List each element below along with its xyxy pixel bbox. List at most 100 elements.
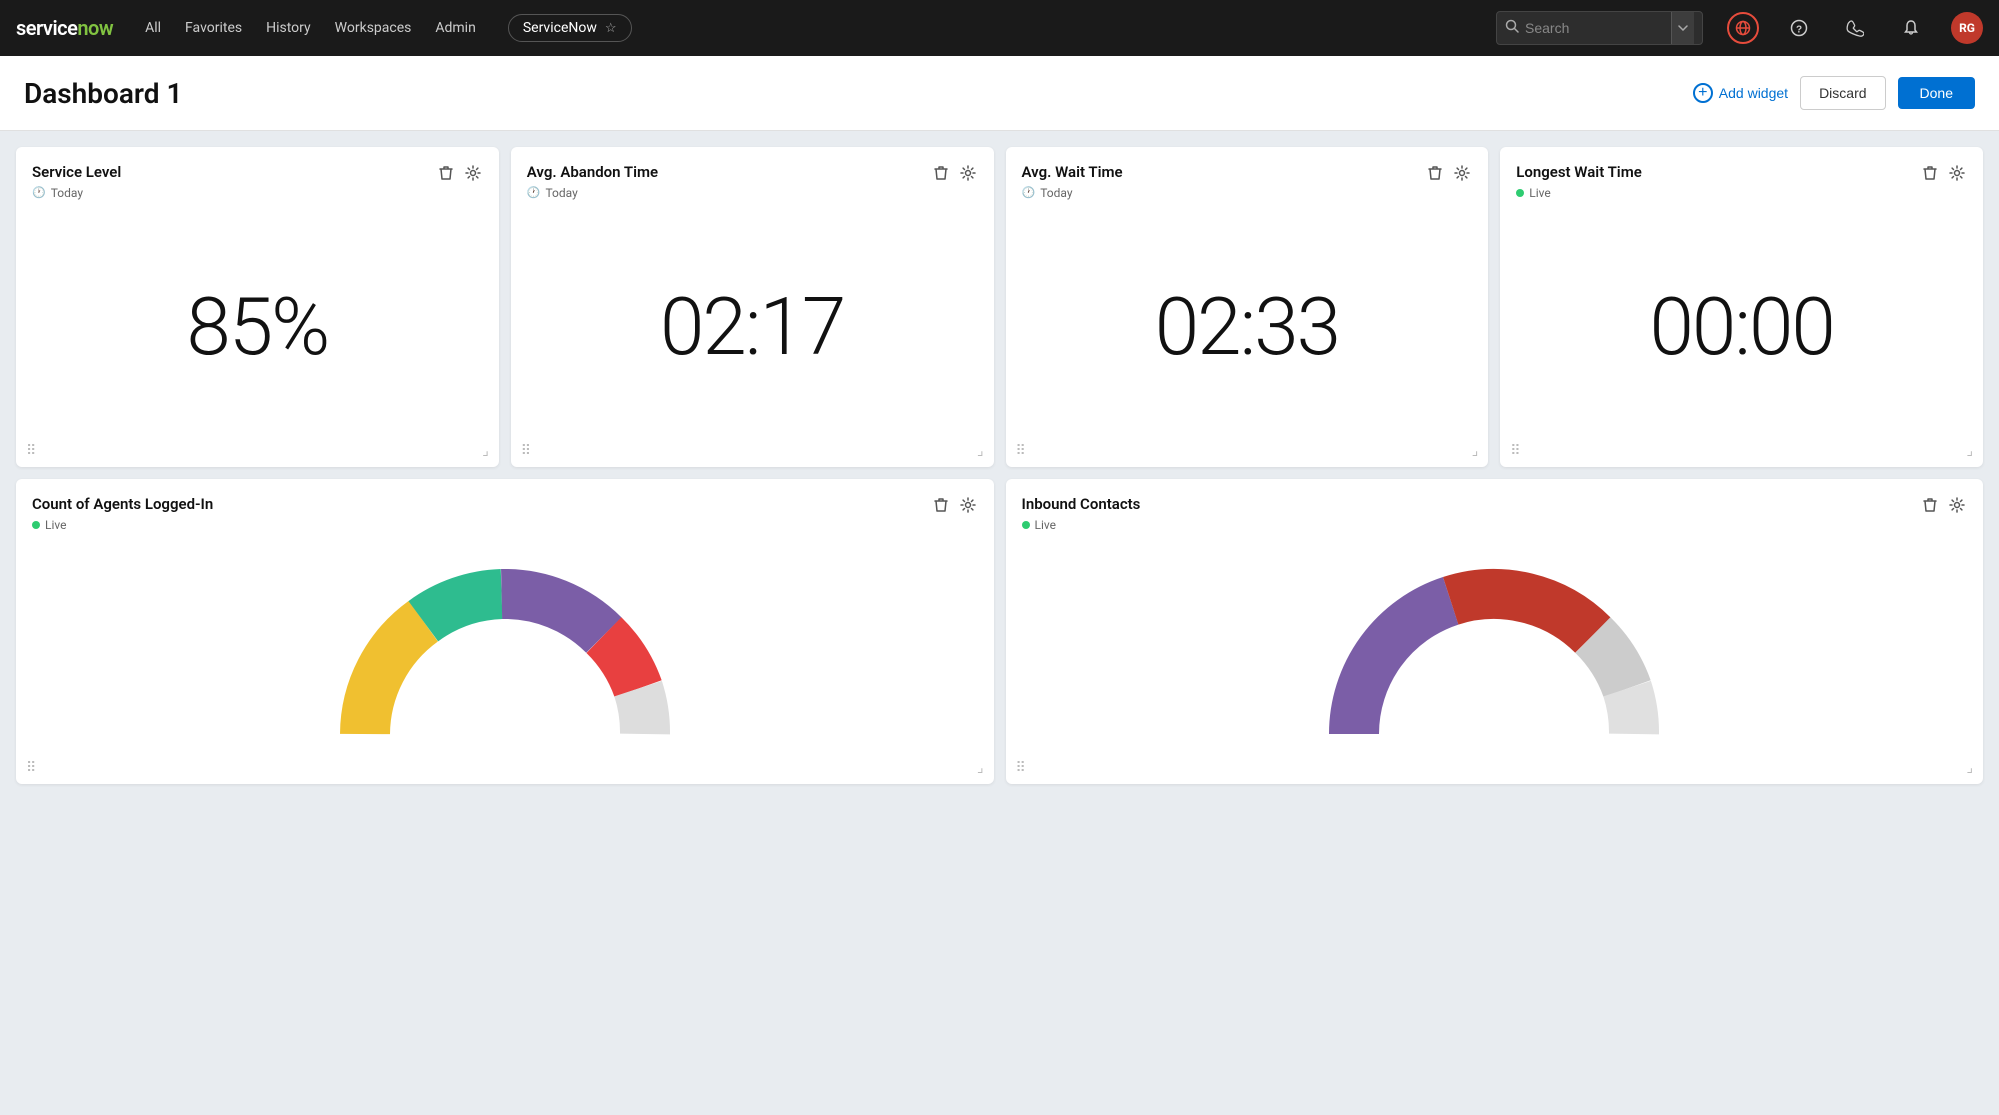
- widget-title-area: Inbound Contacts Live: [1022, 495, 1914, 532]
- widget-delete-button[interactable]: [932, 495, 950, 515]
- widget-value-container: 02:17: [527, 204, 978, 452]
- widget-service-level: Service Level 🕐 Today 85%: [16, 147, 499, 467]
- widget-delete-button[interactable]: [1921, 163, 1939, 183]
- search-container: [1496, 11, 1703, 45]
- widget-header: Avg. Wait Time 🕐 Today: [1022, 163, 1473, 200]
- widget-footer: ⠿ ⌟: [1510, 443, 1973, 459]
- widget-inbound-contacts: Inbound Contacts Live: [1006, 479, 1984, 784]
- nav-all[interactable]: All: [145, 16, 161, 40]
- page-header: Dashboard 1 + Add widget Discard Done: [0, 56, 1999, 131]
- avatar-initials: RG: [1959, 21, 1975, 35]
- drag-handle-icon[interactable]: ⠿: [26, 443, 36, 459]
- logo-text: servicenow: [16, 16, 113, 40]
- favorite-star-icon: ☆: [605, 21, 617, 36]
- widget-delete-button[interactable]: [932, 163, 950, 183]
- resize-handle-icon[interactable]: ⌟: [1472, 443, 1479, 459]
- widget-title: Longest Wait Time: [1516, 163, 1913, 183]
- drag-handle-icon[interactable]: ⠿: [26, 760, 36, 776]
- widget-settings-button[interactable]: [958, 495, 978, 515]
- widget-header: Avg. Abandon Time 🕐 Today: [527, 163, 978, 200]
- discard-button[interactable]: Discard: [1800, 76, 1885, 110]
- nav-workspaces[interactable]: Workspaces: [335, 16, 412, 40]
- widget-settings-button[interactable]: [1947, 163, 1967, 183]
- active-app-label: ServiceNow: [523, 20, 597, 36]
- widget-settings-button[interactable]: [1947, 495, 1967, 515]
- widget-subtitle-text: Today: [1040, 186, 1072, 200]
- page-title: Dashboard 1: [24, 77, 1693, 110]
- donut-chart: [335, 544, 675, 744]
- widget-metric-value: 02:33: [1155, 287, 1339, 367]
- nav-history[interactable]: History: [266, 16, 311, 40]
- active-app-pill[interactable]: ServiceNow ☆: [508, 14, 632, 42]
- widget-delete-button[interactable]: [1921, 495, 1939, 515]
- widget-footer: ⠿ ⌟: [1016, 443, 1479, 459]
- drag-handle-icon[interactable]: ⠿: [521, 443, 531, 459]
- done-button[interactable]: Done: [1898, 77, 1975, 109]
- widget-subtitle: 🕐 Today: [527, 186, 924, 200]
- live-dot-icon: [1022, 521, 1030, 529]
- widget-value-container: 02:33: [1022, 204, 1473, 452]
- widgets-row-2: Count of Agents Logged-In Live: [16, 479, 1983, 784]
- navbar: servicenow All Favorites History Workspa…: [0, 0, 1999, 56]
- live-dot-icon: [32, 521, 40, 529]
- widget-subtitle: Live: [1022, 518, 1914, 532]
- widget-settings-button[interactable]: [958, 163, 978, 183]
- widget-delete-button[interactable]: [437, 163, 455, 183]
- widget-subtitle: Live: [32, 518, 924, 532]
- clock-icon: 🕐: [1022, 186, 1036, 199]
- drag-handle-icon[interactable]: ⠿: [1510, 443, 1520, 459]
- widget-footer: ⠿ ⌟: [521, 443, 984, 459]
- widget-actions: [1426, 163, 1472, 183]
- widget-actions: [932, 495, 978, 515]
- widget-actions: [932, 163, 978, 183]
- add-widget-button[interactable]: + Add widget: [1693, 83, 1788, 103]
- widget-settings-button[interactable]: [1452, 163, 1472, 183]
- donut-chart-container: [32, 536, 978, 768]
- widget-actions: [1921, 163, 1967, 183]
- nav-favorites[interactable]: Favorites: [185, 16, 242, 40]
- add-widget-circle-icon: +: [1693, 83, 1713, 103]
- widget-metric-value: 02:17: [660, 287, 844, 367]
- donut-chart: [1324, 544, 1664, 744]
- drag-handle-icon[interactable]: ⠿: [1016, 443, 1026, 459]
- widget-actions: [437, 163, 483, 183]
- widget-subtitle: 🕐 Today: [32, 186, 429, 200]
- widget-value-container: 00:00: [1516, 204, 1967, 452]
- help-icon-button[interactable]: ?: [1783, 12, 1815, 44]
- widget-title: Service Level: [32, 163, 429, 183]
- logo[interactable]: servicenow: [16, 16, 113, 40]
- widget-title: Count of Agents Logged-In: [32, 495, 924, 515]
- widget-settings-button[interactable]: [463, 163, 483, 183]
- search-input[interactable]: [1525, 20, 1665, 36]
- header-actions: + Add widget Discard Done: [1693, 76, 1975, 110]
- widget-subtitle-text: Live: [1529, 186, 1550, 200]
- widget-title-area: Longest Wait Time Live: [1516, 163, 1913, 200]
- widget-subtitle-text: Today: [545, 186, 577, 200]
- phone-icon-button[interactable]: [1839, 12, 1871, 44]
- globe-icon-button[interactable]: [1727, 12, 1759, 44]
- widget-title: Avg. Abandon Time: [527, 163, 924, 183]
- resize-handle-icon[interactable]: ⌟: [977, 443, 984, 459]
- resize-handle-icon[interactable]: ⌟: [977, 760, 984, 776]
- bell-icon-button[interactable]: [1895, 12, 1927, 44]
- clock-icon: 🕐: [32, 186, 46, 199]
- nav-admin[interactable]: Admin: [435, 16, 475, 40]
- user-avatar[interactable]: RG: [1951, 12, 1983, 44]
- add-widget-label: Add widget: [1719, 85, 1788, 101]
- widget-footer: ⠿ ⌟: [26, 760, 984, 776]
- widget-title-area: Count of Agents Logged-In Live: [32, 495, 924, 532]
- drag-handle-icon[interactable]: ⠿: [1016, 760, 1026, 776]
- widget-title: Inbound Contacts: [1022, 495, 1914, 515]
- widget-subtitle-text: Today: [51, 186, 83, 200]
- widget-longest-wait-time: Longest Wait Time Live 00:00: [1500, 147, 1983, 467]
- resize-handle-icon[interactable]: ⌟: [1966, 443, 1973, 459]
- resize-handle-icon[interactable]: ⌟: [1966, 760, 1973, 776]
- widget-footer: ⠿ ⌟: [26, 443, 489, 459]
- widget-delete-button[interactable]: [1426, 163, 1444, 183]
- widget-metric-value: 00:00: [1649, 287, 1833, 367]
- resize-handle-icon[interactable]: ⌟: [482, 443, 489, 459]
- search-dropdown-button[interactable]: [1671, 12, 1694, 44]
- dashboard: Service Level 🕐 Today 85%: [0, 131, 1999, 1115]
- widget-count-agents: Count of Agents Logged-In Live: [16, 479, 994, 784]
- widget-subtitle-text: Live: [45, 518, 66, 532]
